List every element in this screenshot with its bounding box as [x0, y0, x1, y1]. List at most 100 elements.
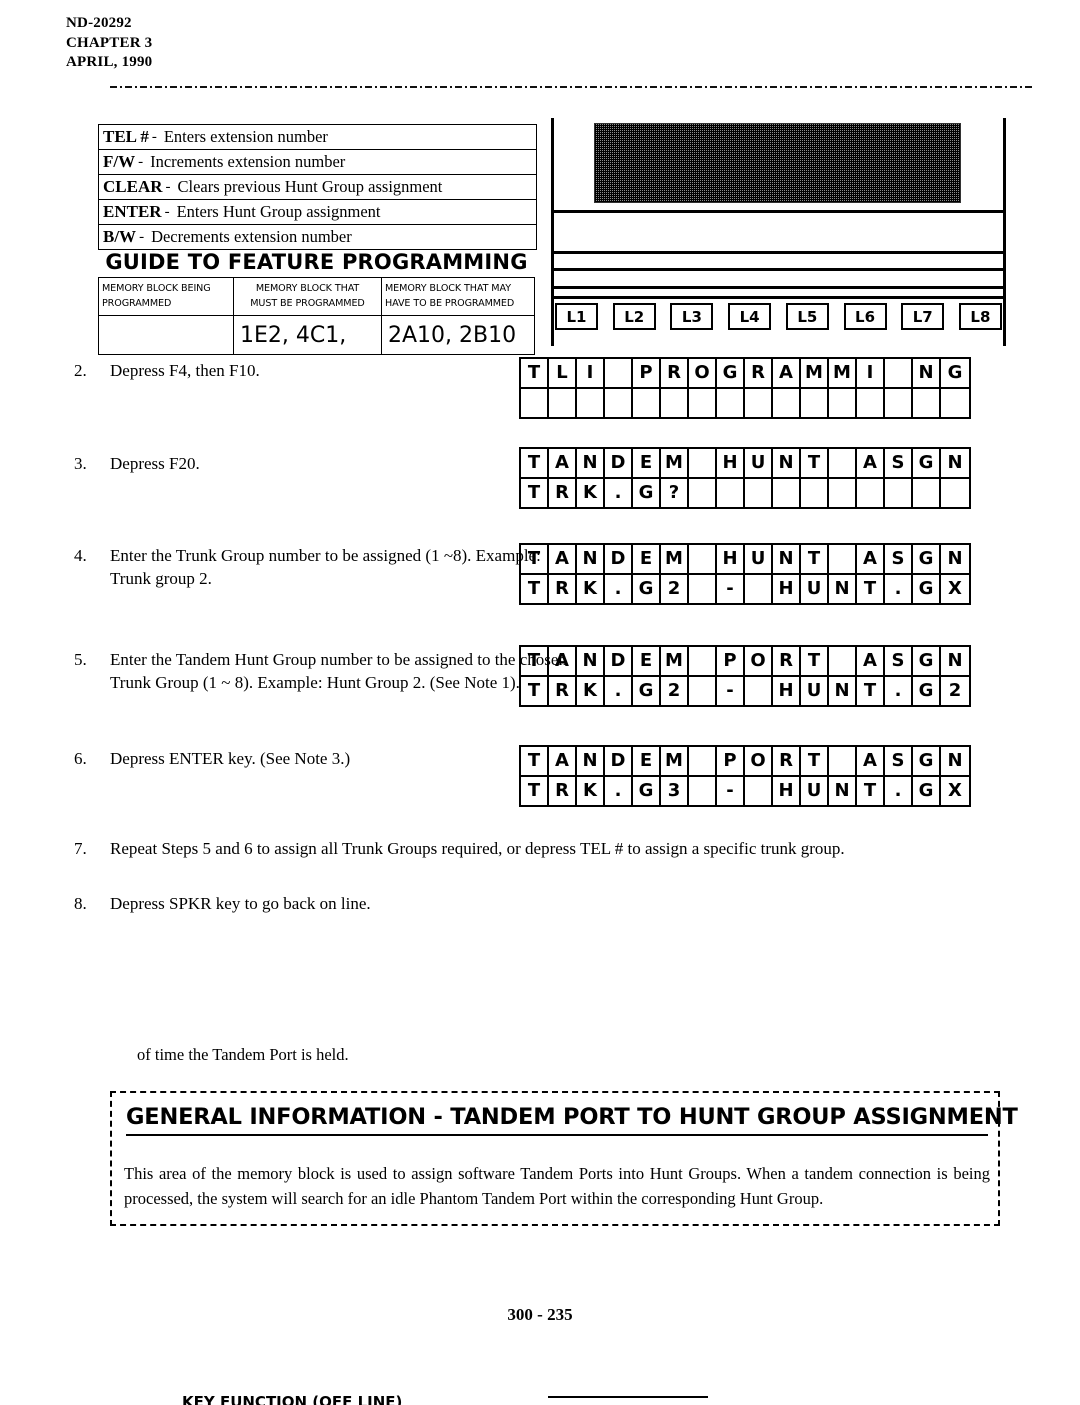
- lcd-character-cell: G: [913, 647, 941, 675]
- line-key-l8[interactable]: L8: [958, 303, 1002, 330]
- line-key-l5[interactable]: L5: [785, 303, 829, 330]
- lcd-character-cell: [913, 479, 941, 507]
- line-key-l2[interactable]: L2: [612, 303, 656, 330]
- guide-title: GUIDE TO FEATURE PROGRAMMING: [105, 250, 528, 274]
- lcd-character-cell: [829, 747, 857, 775]
- lcd-character-cell: .: [885, 575, 913, 603]
- panel-divider-1: [551, 210, 1006, 213]
- guide-col3-header-line2: HAVE TO BE PROGRAMMED: [385, 298, 515, 309]
- step-4-number: 4.: [74, 546, 87, 565]
- lcd-character-cell: [857, 389, 885, 417]
- lcd-character-cell: 3: [661, 777, 689, 805]
- lcd-character-cell: [829, 647, 857, 675]
- line-key-l1[interactable]: L1: [555, 303, 598, 330]
- lcd-character-cell: N: [941, 449, 969, 477]
- lcd-character-cell: .: [605, 479, 633, 507]
- step-8: 8. Depress SPKR key to go back on line.: [74, 893, 371, 916]
- lcd-row: TRK.G3-HUNT.GX: [521, 775, 969, 805]
- key-label: B/W: [103, 227, 137, 246]
- lcd-character-cell: P: [633, 359, 661, 387]
- doc-number: ND-20292: [66, 15, 132, 31]
- lcd-character-cell: [745, 575, 773, 603]
- lcd-character-cell: [941, 479, 969, 507]
- lcd-character-cell: N: [941, 545, 969, 573]
- lcd-character-cell: [885, 359, 913, 387]
- line-key-l4[interactable]: L4: [728, 303, 772, 330]
- lcd-character-cell: .: [605, 677, 633, 705]
- lcd-character-cell: U: [801, 777, 829, 805]
- panel-divider-2: [551, 251, 1006, 254]
- lcd-character-cell: A: [857, 747, 885, 775]
- line-key-row: L1 L2 L3 L4 L5 L6 L7 L8: [555, 303, 1002, 330]
- lcd-row: TLIPROGRAMMING: [521, 359, 969, 387]
- lcd-character-cell: [689, 479, 717, 507]
- lcd-character-cell: [801, 389, 829, 417]
- lcd-character-cell: [689, 777, 717, 805]
- panel-divider-3: [551, 268, 1006, 271]
- lcd-character-cell: A: [857, 545, 885, 573]
- step-5-number: 5.: [74, 650, 87, 669]
- lcd-character-cell: T: [857, 777, 885, 805]
- lcd-character-cell: S: [885, 449, 913, 477]
- lcd-character-cell: H: [773, 575, 801, 603]
- lcd-character-cell: A: [549, 747, 577, 775]
- lcd-character-cell: G: [913, 677, 941, 705]
- step-7: 7. Repeat Steps 5 and 6 to assign all Tr…: [74, 838, 845, 861]
- general-information-body: This area of the memory block is used to…: [124, 1164, 990, 1208]
- lcd-character-cell: N: [913, 359, 941, 387]
- lcd-character-cell: N: [829, 677, 857, 705]
- lcd-character-cell: N: [773, 545, 801, 573]
- lcd-character-cell: [745, 389, 773, 417]
- lcd-character-cell: R: [773, 647, 801, 675]
- lcd-character-cell: [829, 449, 857, 477]
- lcd-character-cell: H: [717, 449, 745, 477]
- step-6: 6. Depress ENTER key. (See Note 3.): [74, 748, 350, 771]
- lcd-character-cell: M: [801, 359, 829, 387]
- lcd-character-cell: R: [549, 479, 577, 507]
- lcd-row: TANDEMPORTASGN: [521, 647, 969, 675]
- line-key-l6[interactable]: L6: [843, 303, 887, 330]
- lcd-row: [521, 387, 969, 417]
- lcd-character-cell: T: [521, 359, 549, 387]
- lcd-character-cell: E: [633, 747, 661, 775]
- lcd-character-cell: [773, 479, 801, 507]
- panel-left-border: [551, 118, 554, 346]
- key-description: Enters extension number: [163, 127, 328, 146]
- lcd-character-cell: T: [801, 449, 829, 477]
- lcd-character-cell: .: [885, 777, 913, 805]
- guide-col1-header-line2: PROGRAMMED: [102, 298, 172, 309]
- lcd-character-cell: E: [633, 545, 661, 573]
- lcd-character-cell: G: [633, 777, 661, 805]
- step-2-number: 2.: [74, 361, 87, 380]
- lcd-character-cell: A: [773, 359, 801, 387]
- bottom-cutoff-rule: [548, 1396, 708, 1398]
- guide-col3-header-line1: MEMORY BLOCK THAT MAY: [385, 283, 511, 294]
- key-legend-row: ENTER - Enters Hunt Group assignment: [99, 200, 536, 225]
- lcd-character-cell: [689, 677, 717, 705]
- lcd-character-cell: [745, 677, 773, 705]
- lcd-character-cell: M: [661, 545, 689, 573]
- step-2-text: Depress F4, then F10.: [110, 361, 260, 380]
- page-number-footer: 300 - 235: [507, 1305, 573, 1324]
- lcd-screen-shaded-area: [594, 123, 961, 203]
- line-key-l3[interactable]: L3: [670, 303, 714, 330]
- lcd-character-cell: N: [577, 449, 605, 477]
- lcd-character-cell: E: [633, 647, 661, 675]
- lcd-character-cell: H: [773, 677, 801, 705]
- lcd-character-cell: N: [829, 575, 857, 603]
- key-dash: -: [139, 228, 145, 245]
- key-label: CLEAR: [103, 177, 163, 196]
- lcd-character-cell: S: [885, 647, 913, 675]
- key-description: Enters Hunt Group assignment: [176, 202, 381, 221]
- line-key-l7[interactable]: L7: [901, 303, 945, 330]
- step-3: 3. Depress F20.: [74, 453, 200, 476]
- lcd-character-cell: 2: [661, 677, 689, 705]
- lcd-character-cell: -: [717, 777, 745, 805]
- lcd-character-cell: [885, 479, 913, 507]
- step-3-text: Depress F20.: [110, 454, 200, 473]
- guide-col2-header: MEMORY BLOCK THAT MUST BE PROGRAMMED: [234, 278, 382, 315]
- lcd-character-cell: [717, 479, 745, 507]
- lcd-display-step5: TANDEMPORTASGNTRK.G2-HUNT.G2: [519, 645, 971, 707]
- general-information-title: GENERAL INFORMATION - TANDEM PORT TO HUN…: [126, 1104, 1018, 1136]
- lcd-character-cell: X: [941, 575, 969, 603]
